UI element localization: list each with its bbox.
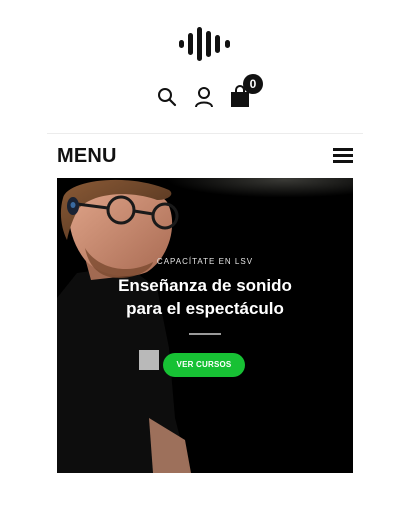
hero-title-line: para el espectáculo [126,299,284,318]
hero-background-image [57,178,353,473]
hamburger-line [333,148,353,151]
cart-count-badge: 0 [243,74,263,94]
menu-bar: MENU [57,143,353,169]
hero-title-line: Enseñanza de sonido [118,276,292,295]
hero-overline: CAPACÍTATE EN LSV [156,257,254,266]
user-icon[interactable] [194,86,214,108]
ver-cursos-button[interactable]: VER CURSOS [163,353,245,377]
menu-label[interactable]: MENU [57,143,117,169]
header-divider [47,133,363,134]
page: 0 MENU CAPACÍTATE EN LSV Enseñanza de so… [0,0,409,515]
hero-divider [189,333,221,335]
soundwave-logo-icon[interactable] [179,27,231,61]
hero-title: Enseñanza de sonido para el espectáculo [85,274,325,320]
hamburger-line [333,154,353,157]
hamburger-icon[interactable] [333,147,353,165]
hero-banner: CAPACÍTATE EN LSV Enseñanza de sonido pa… [57,178,353,473]
search-icon[interactable] [157,86,177,108]
header-icons: 0 [0,74,409,114]
hamburger-line [333,160,353,163]
